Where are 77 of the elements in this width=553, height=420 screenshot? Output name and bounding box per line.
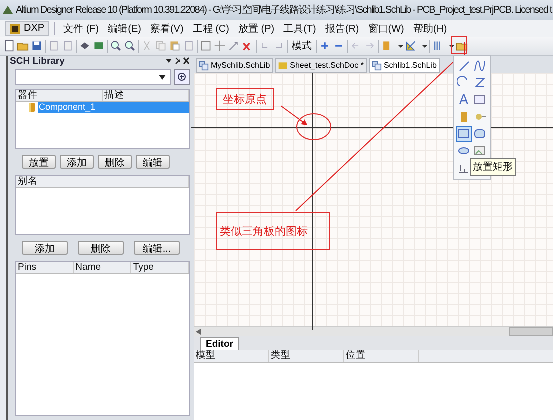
document-tab[interactable]: Schlib1.SchLib [368,58,440,73]
panel-title: SCH Library [10,56,65,67]
menu-item[interactable]: 文件 (F) [64,22,100,36]
menu-item[interactable]: 帮助(H) [413,22,448,36]
zoom-out-icon[interactable] [124,40,136,52]
folder-icon[interactable] [17,40,29,52]
rounded-rectangle-icon [473,127,487,141]
line-icon [457,59,471,73]
caret-icon [159,74,166,80]
document-tab[interactable]: Sheet_test.SchDoc * [275,58,367,73]
menu-item[interactable]: 编辑(E) [108,22,142,36]
highlight-rectangle [452,36,468,54]
panel-button[interactable]: 添加 [60,155,94,169]
save-icon[interactable] [31,40,43,52]
search-icon [176,72,188,82]
clipboard-icon[interactable] [169,40,181,52]
panel-button[interactable]: 添加 [22,241,68,255]
rectangle-tool-button[interactable] [456,126,472,142]
dxp-menu-button[interactable]: DXP [5,21,49,36]
column-header[interactable]: Name [74,262,132,273]
document-icon[interactable] [62,40,74,52]
menu-item[interactable]: 工具(T) [284,22,316,36]
panel-tab[interactable]: Editor [200,337,240,350]
panel-button[interactable]: 编辑... [134,241,180,255]
panel-button[interactable]: 编辑 [136,155,170,169]
column-header[interactable]: 位置 [344,350,419,362]
curve-icon [473,59,487,73]
column-header[interactable]: 别名 [16,176,189,187]
menu-item[interactable]: 工程 (C) [192,22,230,36]
new-document-icon[interactable] [3,40,15,52]
library-file-icon [199,60,209,70]
crosshair-icon[interactable] [214,40,226,52]
menu-item[interactable]: 放置 (P) [238,22,275,36]
sheet-icon [278,60,288,70]
plus-icon[interactable] [319,40,331,52]
highlight-circle [296,114,332,140]
tooltip: 放置矩形 [470,158,516,176]
panel-button[interactable]: 删除 [98,155,132,169]
select-box-icon[interactable] [200,40,212,52]
column-header[interactable]: 模型 [194,350,269,362]
triangle-ruler-icon[interactable] [405,40,417,52]
menu-item[interactable]: 窗口(W) [368,22,404,36]
column-header[interactable]: Type [131,262,190,273]
dxp-logo-icon [9,22,21,34]
mode-dropdown-button[interactable]: 模式 [290,39,314,53]
column-header[interactable]: 器件 [16,90,102,101]
scroll-left-icon[interactable] [196,328,201,334]
document-tab[interactable]: MySchlib.SchLib [196,58,274,73]
annotation-label: 坐标原点 [216,88,274,110]
move-icon[interactable] [228,40,240,52]
document-icon[interactable] [48,40,60,52]
image-icon [473,144,487,158]
horizontal-scrollbar[interactable] [194,326,553,336]
scroll-thumb[interactable] [509,327,553,336]
panel-button[interactable]: 放置 [22,155,56,169]
app-logo-icon [2,4,14,16]
column-header[interactable]: Pins [16,262,74,273]
polygon-icon [473,76,487,90]
text-tool-button[interactable]: A [456,92,472,108]
panel-button[interactable]: 删除 [78,241,124,255]
window-title: Altium Designer Release 10 (Platform 10.391.22084) - G:\学习空间\电子线路设计练习\练习\Schlib1.SchLib - PCB_Project_test.PrjPCB. Licensed t [16,4,552,17]
text-frame-icon [473,93,487,107]
menu-item[interactable]: 察看(V) [150,22,184,36]
curve-tool-button[interactable] [472,58,488,74]
annotation-label: 类似三角板的图标 [216,212,330,250]
menu-item[interactable]: 报告(R) [325,22,360,36]
library-file-icon [372,60,382,70]
search-button[interactable] [174,69,190,85]
column-header[interactable]: 类型 [269,350,344,362]
rectangle-icon [457,127,471,141]
column-header[interactable]: 描述 [102,90,189,101]
board-icon[interactable] [93,40,105,52]
component-icon [28,102,36,113]
zoom-in-icon[interactable] [110,40,122,52]
layers-icon[interactable] [79,40,91,52]
panel-controls-icon[interactable] [166,57,190,66]
document-icon[interactable] [183,40,195,52]
